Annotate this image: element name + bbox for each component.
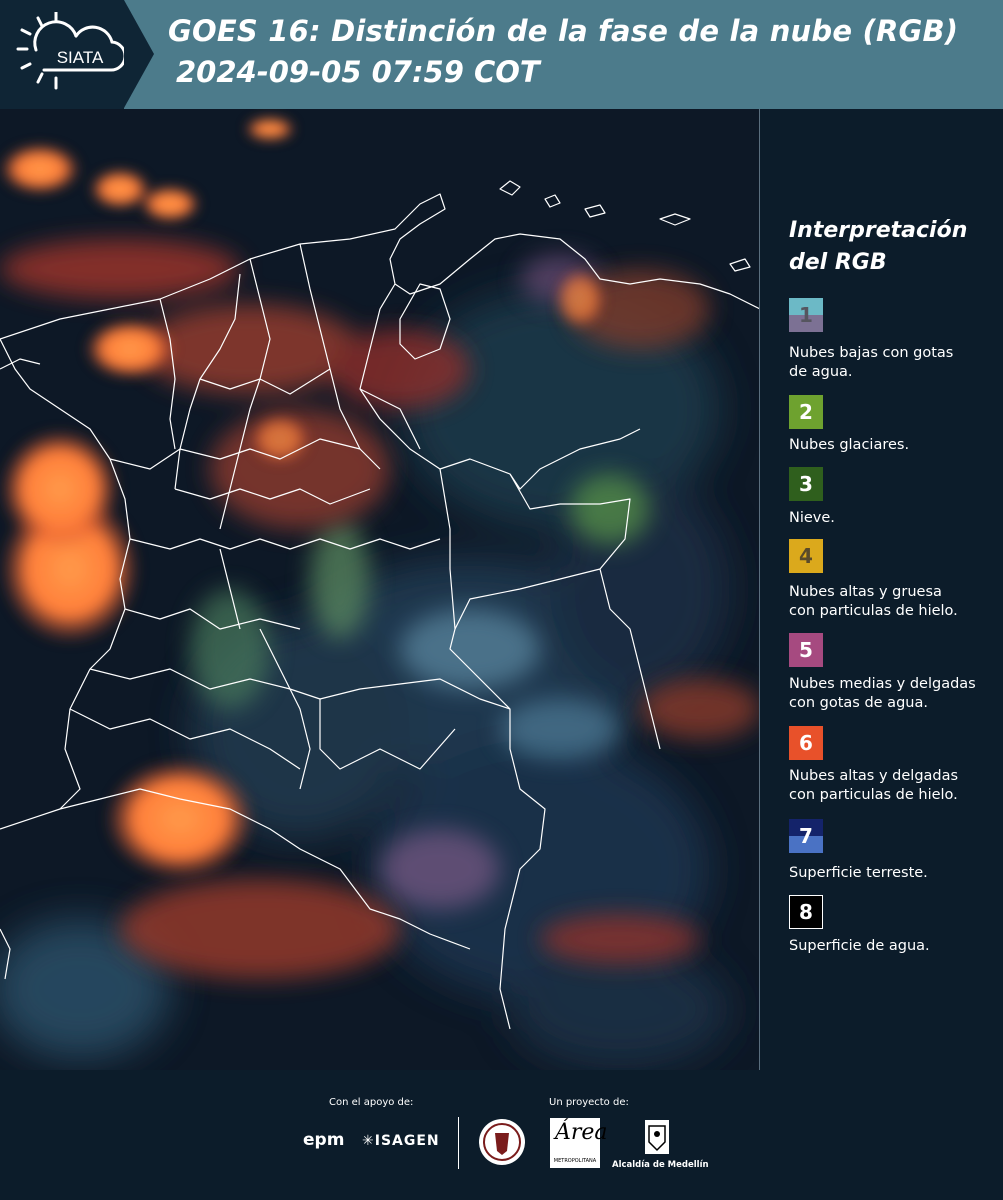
support-label: Con el apoyo de: xyxy=(329,1097,414,1108)
area-name: METROPOLITANA xyxy=(553,1158,597,1164)
siata-logo: SIATA xyxy=(0,0,124,109)
alcaldia-label: Alcaldía de Medellín xyxy=(612,1160,709,1170)
area-glyph: Área xyxy=(555,1120,608,1145)
sun-cloud-icon: SIATA xyxy=(16,12,124,90)
isagen-logo: ✳ISAGEN xyxy=(362,1133,440,1149)
legend-label-3: Nieve. xyxy=(789,510,835,526)
map-divider xyxy=(759,109,760,1070)
svg-text:SIATA: SIATA xyxy=(57,48,104,67)
legend-swatch-3: 3 xyxy=(789,467,823,501)
legend-swatch-2: 2 xyxy=(789,395,823,429)
seal-icon xyxy=(479,1119,525,1165)
legend-title: Interpretación del RGB xyxy=(789,218,968,275)
satellite-map xyxy=(0,109,760,1070)
footer-divider xyxy=(458,1117,459,1169)
epm-logo: epm xyxy=(303,1130,345,1150)
legend-label-7: Superficie terreste. xyxy=(789,865,928,881)
satellite-image xyxy=(0,109,760,1070)
legend-label-6: Nubes altas y delgadas con particulas de… xyxy=(789,768,959,803)
legend-label-1: Nubes bajas con gotas de agua. xyxy=(789,345,954,380)
legend-swatch-4: 4 xyxy=(789,539,823,573)
map-title: GOES 16: Distinción de la fase de la nub… xyxy=(168,14,959,48)
legend-swatch-7: 7 xyxy=(789,819,823,853)
legend-label-5: Nubes medias y delgadas con gotas de agu… xyxy=(789,676,976,711)
header-banner: SIATA GOES 16: Distinción de la fase de … xyxy=(0,0,1003,109)
legend-label-8: Superficie de agua. xyxy=(789,938,930,954)
map-timestamp: 2024-09-05 07:59 COT xyxy=(176,55,540,89)
legend-swatch-8: 8 xyxy=(789,895,823,929)
project-label: Un proyecto de: xyxy=(549,1097,629,1108)
legend-label-2: Nubes glaciares. xyxy=(789,437,910,453)
legend-swatch-1: 1 xyxy=(789,298,823,332)
legend-swatch-6: 6 xyxy=(789,726,823,760)
legend-swatch-5: 5 xyxy=(789,633,823,667)
alcaldia-crest-icon xyxy=(645,1120,669,1154)
logo-arrow xyxy=(124,0,154,108)
legend-label-4: Nubes altas y gruesa con particulas de h… xyxy=(789,584,958,619)
